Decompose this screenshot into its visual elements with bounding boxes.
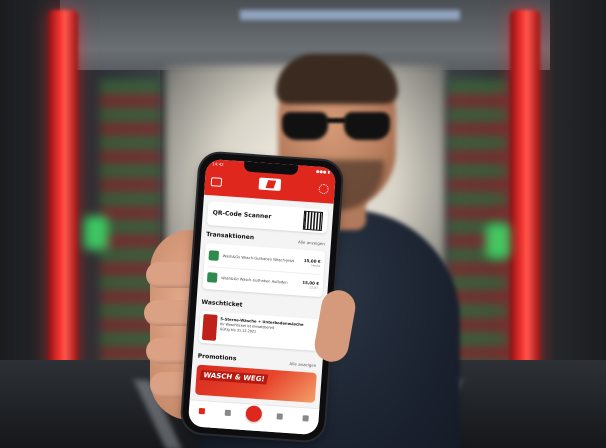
promotion-banner-text: WASCH & WEG! [199, 369, 269, 385]
waschticket-card[interactable]: 5-Sterne-Wäsche + Unterbodenwäsche Ihr W… [198, 310, 321, 352]
shop-icon [276, 413, 283, 420]
status-time: 14:42 [212, 161, 224, 167]
home-icon [198, 407, 206, 415]
green-signal-right [486, 224, 510, 258]
list-icon [224, 409, 232, 417]
red-light-bar-left [48, 10, 78, 390]
nav-profile[interactable] [299, 415, 312, 428]
sunglasses-bridge [326, 118, 346, 123]
status-signal: ●●● ▮ [315, 168, 331, 175]
transaction-date: Heute [311, 262, 321, 268]
promotion-banner[interactable]: WASCH & WEG! [195, 364, 317, 403]
transaction-text: Wash&Go Wasch-Guthaben Aufladen [221, 275, 288, 285]
waschticket-details: 5-Sterne-Wäsche + Unterbodenwäsche Ihr W… [219, 316, 316, 338]
nav-list[interactable] [221, 409, 234, 422]
red-light-bar-right [510, 10, 540, 390]
logo-icon [258, 177, 282, 192]
waschticket-image [201, 313, 218, 341]
transaction-text: Wash&Go Wasch-Guthaben Wasch-Jetzt [222, 253, 295, 263]
gear-icon[interactable] [318, 183, 330, 195]
wash-start-icon [245, 405, 263, 423]
hair [276, 54, 398, 104]
transaction-icon [206, 272, 218, 283]
ceiling-sign [240, 10, 460, 20]
transactions-card: Wash&Go Wasch-Guthaben Wasch-Jetzt 15,00… [202, 242, 326, 298]
transactions-show-all-link[interactable]: Alle anzeigen [298, 239, 325, 246]
promotions-show-all-link[interactable]: Alle anzeigen [289, 361, 316, 368]
nav-shop[interactable] [273, 413, 286, 426]
transaction-icon [208, 250, 220, 261]
green-signal-left [84, 216, 108, 250]
smartphone: 14:42 ●●● ▮ QR-Code Scanner Transaktione… [181, 152, 343, 442]
transactions-title: Transaktionen [205, 230, 255, 242]
photo-background: 14:42 ●●● ▮ QR-Code Scanner Transaktione… [0, 0, 606, 448]
nav-wash[interactable] [245, 405, 263, 424]
sunglasses-lens-right [344, 112, 390, 140]
chat-icon[interactable] [210, 177, 223, 187]
transaction-amount: 15,00 € 22.07. [302, 279, 319, 289]
qr-scanner-card[interactable]: QR-Code Scanner [206, 201, 329, 234]
sunglasses-lens-left [282, 112, 328, 140]
qr-scanner-title: QR-Code Scanner [212, 209, 272, 221]
bottom-navigation [187, 399, 320, 436]
sunglasses [282, 112, 392, 142]
phone-screen: 14:42 ●●● ▮ QR-Code Scanner Transaktione… [187, 158, 337, 436]
nav-home[interactable] [195, 407, 208, 421]
transaction-amount: 15,00 € Heute [303, 257, 321, 268]
qr-code-icon [302, 210, 324, 232]
transaction-date: 22.07. [309, 284, 319, 290]
promotions-title: Promotions [197, 352, 237, 363]
profile-icon [302, 415, 309, 422]
waschticket-title: Waschticket [201, 298, 243, 309]
